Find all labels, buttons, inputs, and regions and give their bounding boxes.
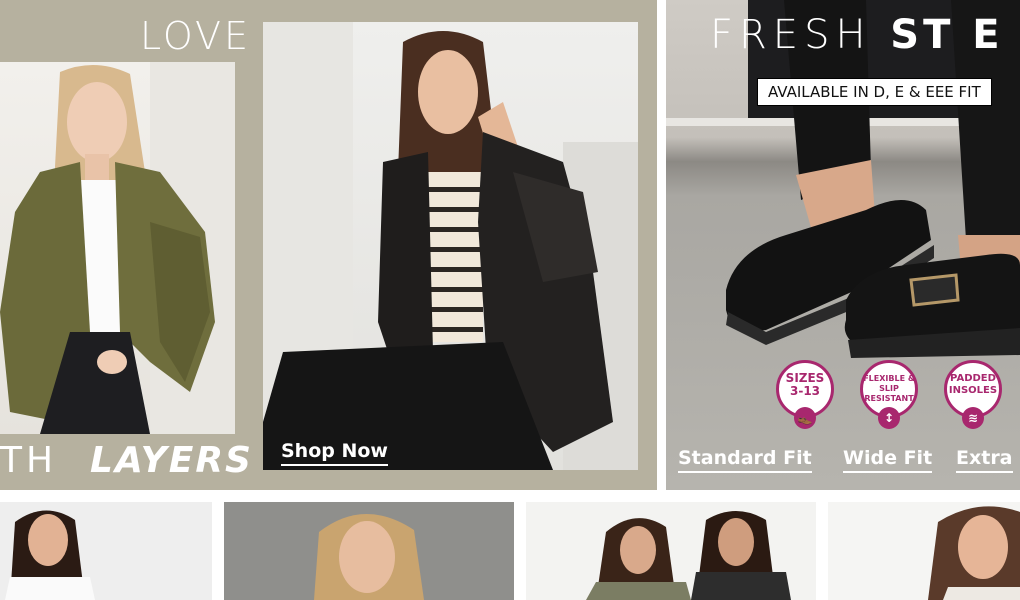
product-tile-3[interactable] <box>526 502 816 600</box>
badge-flexible-text: FLEXIBLE & SLIP RESISTANT <box>863 374 915 403</box>
shoe-icon: 👞 <box>794 407 816 429</box>
banner-headline: FRESH ST E P <box>710 12 1020 58</box>
shop-now-link[interactable]: Shop Now <box>281 440 388 466</box>
promo-banner-fresh-steps[interactable]: FRESH ST E P AVAILABLE IN D, E & EEE FIT… <box>666 0 1020 490</box>
model-photo-blonde <box>314 513 424 600</box>
promo-banner-leather-layers[interactable]: LOVE TH LAYERS Shop Now <box>0 0 657 490</box>
flex-icon: ↕ <box>878 407 900 429</box>
model-photo-smiling-woman <box>928 506 1020 600</box>
badge-sizes: SIZES 3-13 👞 <box>776 360 834 429</box>
banner-headline-bottom: LAYERS <box>90 440 253 481</box>
model-photo-white-shirt <box>5 510 95 600</box>
banner-headline-top: LOVE <box>140 14 252 58</box>
product-tile-1[interactable] <box>0 502 212 600</box>
badge-padded: PADDED INSOLES ≋ <box>944 360 1002 429</box>
insole-icon: ≋ <box>962 407 984 429</box>
model-photo-black-leather-jacket <box>263 22 638 470</box>
extra-fit-link[interactable]: Extra <box>956 447 1013 473</box>
model-photo-two-women <box>586 511 791 600</box>
model-photo-olive-jacket <box>0 62 235 434</box>
headline-bold: ST E P <box>890 12 1020 58</box>
standard-fit-link[interactable]: Standard Fit <box>678 447 812 473</box>
wide-fit-link[interactable]: Wide Fit <box>843 447 933 473</box>
product-tile-4[interactable] <box>828 502 1020 600</box>
product-tile-2[interactable] <box>224 502 514 600</box>
badge-padded-text: PADDED INSOLES <box>948 373 998 396</box>
badge-sizes-text: SIZES 3-13 <box>785 371 825 398</box>
badge-flexible: FLEXIBLE & SLIP RESISTANT ↕ <box>860 360 918 429</box>
banner-headline-bottom-prefix: TH <box>0 440 58 481</box>
headline-light: FRESH <box>710 12 872 58</box>
availability-label: AVAILABLE IN D, E & EEE FIT <box>757 78 992 106</box>
